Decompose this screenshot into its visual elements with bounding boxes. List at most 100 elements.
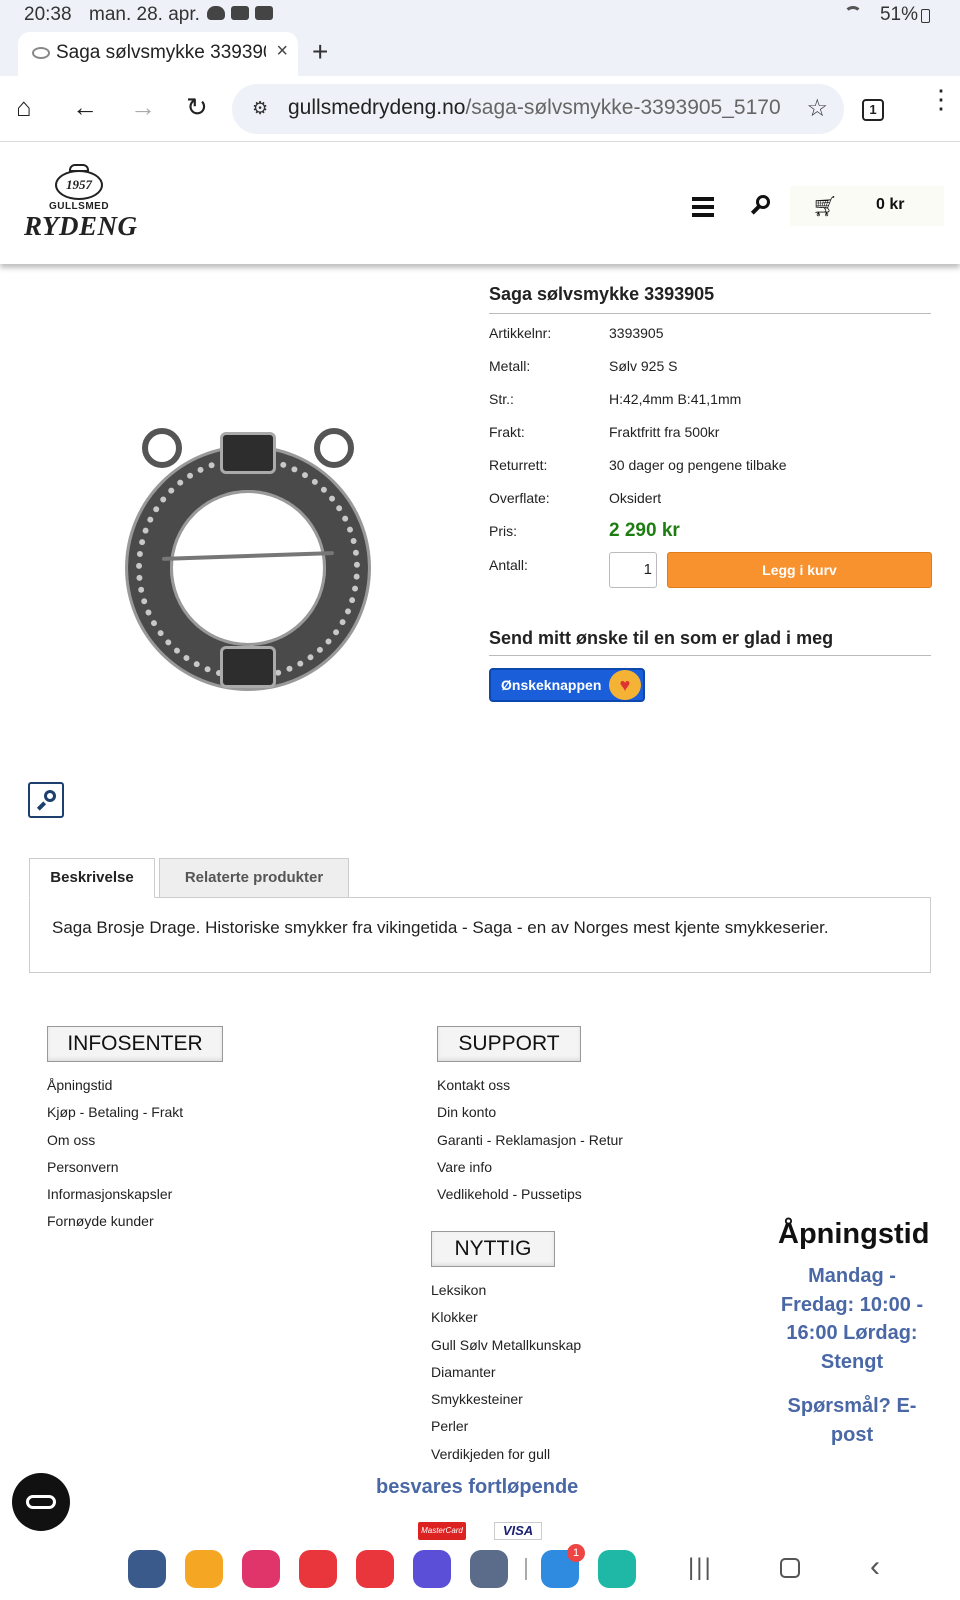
footer-link[interactable]: Kontakt oss: [437, 1072, 623, 1099]
back-chevron-icon[interactable]: ‹: [870, 1550, 880, 1584]
add-to-cart-button[interactable]: Legg i kurv: [667, 552, 932, 588]
nyttig-heading: NYTTIG: [431, 1231, 555, 1267]
product-image[interactable]: [118, 428, 378, 688]
questions-email-text: Spørsmål? E-post: [787, 1395, 917, 1446]
footer-link[interactable]: Diamanter: [431, 1359, 581, 1386]
messages-icon: [255, 6, 273, 20]
tab-title: Saga sølvsmykke 3393905: [56, 42, 266, 63]
logo-year: 1957: [55, 170, 103, 200]
footer-link[interactable]: Åpningstid: [47, 1072, 183, 1099]
reload-icon[interactable]: ↻: [186, 92, 208, 123]
footer-link[interactable]: Klokker: [431, 1304, 581, 1331]
health-app-icon[interactable]: [598, 1550, 636, 1588]
brooch-knot-bottom: [220, 646, 276, 688]
spec-label-overflate: Overflate:: [489, 490, 550, 506]
browser-tab-strip: Saga sølvsmykke 3393905 × +: [0, 30, 960, 76]
spec-value-artikkelnr: 3393905: [609, 325, 664, 341]
notification-icons: [207, 6, 273, 20]
tab-relaterte-produkter[interactable]: Relaterte produkter: [159, 858, 349, 898]
footer-link[interactable]: Vare info: [437, 1154, 623, 1181]
address-bar[interactable]: ⚙ gullsmedrydeng.no/saga-sølvsmykke-3393…: [232, 84, 844, 134]
back-arrow-icon[interactable]: ←: [72, 92, 98, 123]
dock-separator: [525, 1558, 527, 1580]
footer-link[interactable]: Om oss: [47, 1127, 183, 1154]
footer-link[interactable]: Personvern: [47, 1154, 183, 1181]
footer-link[interactable]: Fornøyde kunder: [47, 1208, 183, 1235]
ring-favicon-icon: [32, 47, 50, 59]
footer-link[interactable]: Perler: [431, 1413, 581, 1440]
wish-title: Send mitt ønske til en som er glad i meg: [489, 628, 931, 656]
footer-link[interactable]: Vedlikehold - Pussetips: [437, 1181, 623, 1208]
url-text[interactable]: gullsmedrydeng.no/saga-sølvsmykke-339390…: [288, 96, 780, 120]
cart-button[interactable]: 🛒︎ 0 kr: [790, 186, 944, 226]
brooch-ear-right: [314, 428, 354, 468]
payment-cards: MasterCard VISA: [418, 1522, 546, 1540]
site-logo[interactable]: 1957 GULLSMED RYDENG: [24, 164, 138, 244]
files-app-icon[interactable]: [185, 1550, 223, 1588]
footer-link[interactable]: Leksikon: [431, 1277, 581, 1304]
image-icon: [231, 6, 249, 20]
footer-link[interactable]: Garanti - Reklamasjon - Retur: [437, 1127, 623, 1154]
url-path: /saga-sølvsmykke-3393905_5170: [465, 96, 780, 119]
notification-badge: 1: [567, 1544, 585, 1562]
recents-icon[interactable]: |||: [688, 1554, 713, 1582]
home-button-icon[interactable]: [780, 1558, 800, 1578]
wishlist-button[interactable]: Ønskeknappen ♥: [489, 668, 645, 702]
android-nav-bar: 1 ||| ‹: [0, 1544, 960, 1600]
gallery-app-icon[interactable]: [242, 1550, 280, 1588]
settings-app-icon[interactable]: [128, 1550, 166, 1588]
multiwindow-app-icon[interactable]: 1: [541, 1544, 585, 1588]
spec-label-metall: Metall:: [489, 358, 531, 374]
battery-level: 51%: [879, 4, 918, 25]
forward-arrow-icon[interactable]: →: [130, 92, 156, 123]
mastercard-logo: MasterCard: [418, 1522, 466, 1540]
opening-hours-title: Åpningstid: [778, 1218, 930, 1250]
site-settings-icon[interactable]: ⚙: [252, 98, 268, 119]
hamburger-menu-icon[interactable]: [692, 197, 714, 217]
footer-link[interactable]: Kjøp - Betaling - Frakt: [47, 1099, 183, 1126]
browser-tab[interactable]: Saga sølvsmykke 3393905 ×: [18, 32, 298, 76]
zoom-image-button[interactable]: [28, 782, 64, 818]
spec-label-artikkelnr: Artikkelnr:: [489, 325, 552, 341]
status-bar: 20:38 man. 28. apr. 51%: [0, 0, 960, 30]
link-icon: [26, 1495, 56, 1509]
bookmark-star-icon[interactable]: ☆: [806, 94, 828, 123]
new-tab-button[interactable]: +: [312, 36, 328, 68]
footer-link[interactable]: Din konto: [437, 1099, 623, 1126]
tab-beskrivelse[interactable]: Beskrivelse: [29, 858, 155, 898]
screen-recorder-app-icon[interactable]: [299, 1550, 337, 1588]
visa-logo: VISA: [494, 1522, 542, 1540]
answered-continuously-text: besvares fortløpende: [376, 1476, 579, 1498]
url-domain: gullsmedrydeng.no: [288, 96, 466, 119]
infosenter-heading: INFOSENTER: [47, 1026, 223, 1062]
email-app-icon[interactable]: [356, 1550, 394, 1588]
home-icon[interactable]: ⌂: [16, 92, 32, 123]
footer-link[interactable]: Gull Sølv Metallkunskap: [431, 1332, 581, 1359]
spec-value-returrett: 30 dager og pengene tilbake: [609, 457, 787, 473]
spec-value-overflate: Oksidert: [609, 490, 662, 506]
support-links: Kontakt oss Din konto Garanti - Reklamas…: [437, 1072, 623, 1208]
internet-app-icon[interactable]: [413, 1550, 451, 1588]
tab-switcher-button[interactable]: 1: [862, 99, 884, 121]
close-tab-icon[interactable]: ×: [276, 40, 288, 63]
search-icon[interactable]: [750, 195, 770, 215]
floating-link-button[interactable]: [12, 1473, 70, 1531]
footer-link[interactable]: Smykkesteiner: [431, 1386, 581, 1413]
spec-label-frakt: Frakt:: [489, 424, 525, 440]
opening-hours-text: Mandag - Fredag: 10:00 - 16:00 Lørdag: S…: [780, 1265, 924, 1373]
browser-menu-icon[interactable]: ⋮: [928, 86, 954, 112]
logo-name: RYDENG: [24, 211, 138, 241]
product-title: Saga sølvsmykke 3393905: [489, 284, 931, 314]
product-price: 2 290 kr: [609, 520, 680, 541]
footer-link[interactable]: Verdikjeden for gull: [431, 1441, 581, 1468]
cloud-icon: [207, 6, 225, 20]
status-time: 20:38: [24, 4, 72, 25]
tab-panel-description: Saga Brosje Drage. Historiske smykker fr…: [29, 897, 931, 973]
infosenter-links: Åpningstid Kjøp - Betaling - Frakt Om os…: [47, 1072, 183, 1236]
apps-app-icon[interactable]: [470, 1550, 508, 1588]
wishlist-button-label: Ønskeknappen: [501, 677, 602, 693]
footer-link[interactable]: Informasjonskapsler: [47, 1181, 183, 1208]
quantity-input[interactable]: 1: [609, 552, 657, 588]
browser-toolbar: ⌂ ← → ↻ ⚙ gullsmedrydeng.no/saga-sølvsmy…: [0, 76, 960, 142]
spec-value-frakt: Fraktfritt fra 500kr: [609, 424, 720, 440]
